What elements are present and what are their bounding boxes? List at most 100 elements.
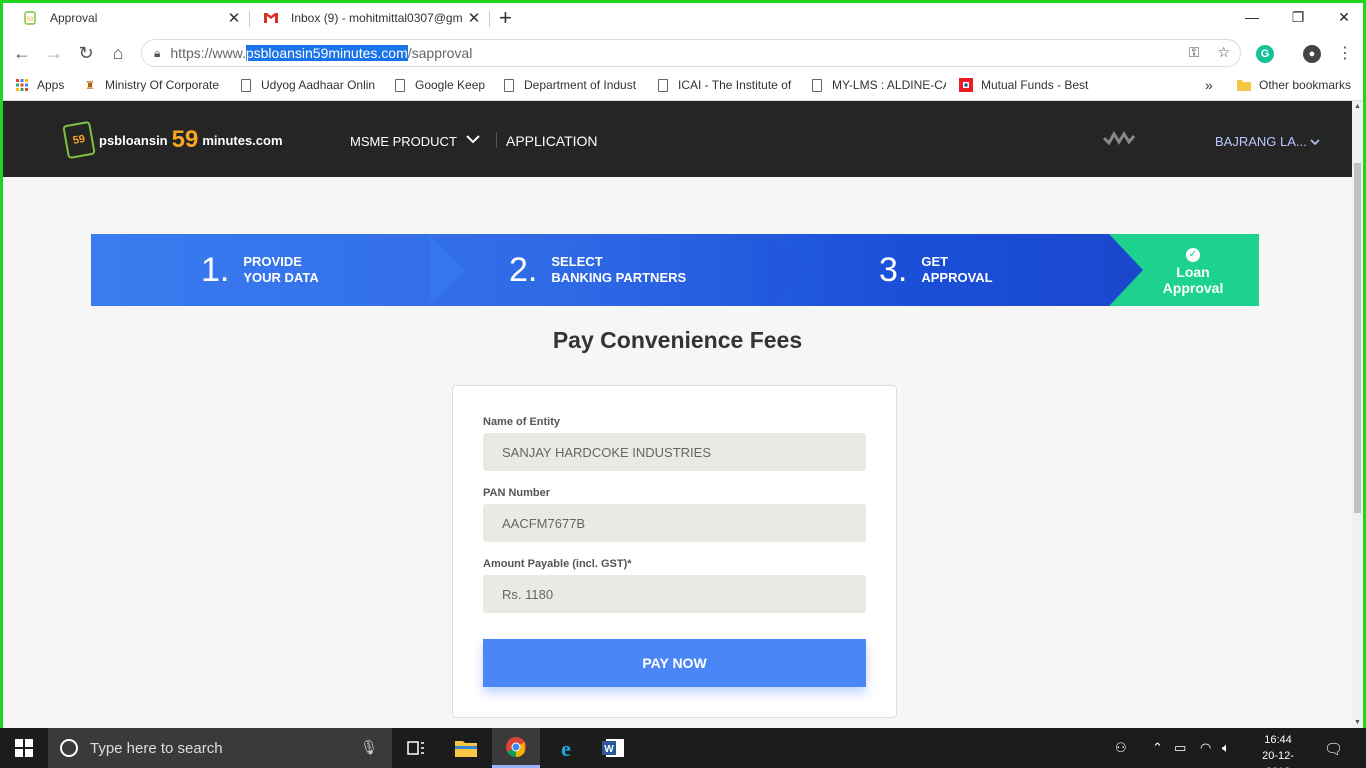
browser-window: 59 Approval ✕ Inbox (9) - mohitmittal030…	[3, 3, 1363, 728]
key-icon[interactable]: ⚿	[1189, 44, 1200, 61]
reload-icon[interactable]: ↻	[74, 41, 98, 65]
word-icon[interactable]: W	[590, 728, 638, 768]
entity-field[interactable]: SANJAY HARDCOKE INDUSTRIES	[483, 433, 866, 471]
microphone-icon[interactable]: 🎙︎	[360, 739, 378, 756]
scroll-up-icon[interactable]: ▲	[1354, 103, 1361, 110]
svg-text:e: e	[561, 737, 571, 759]
restore-icon[interactable]: ❐	[1275, 3, 1321, 31]
tab-gmail[interactable]: Inbox (9) - mohitmittal0307@gm ✕	[253, 3, 488, 33]
bookmark-item[interactable]: Google Keep	[393, 78, 493, 92]
forward-icon[interactable]: →	[42, 41, 66, 65]
bookmark-label: Apps	[37, 78, 65, 92]
browser-toolbar: ← → ↻ ⌂ 🔒︎ https://www. psbloansin59minut…	[3, 35, 1363, 71]
tab-title: Approval	[50, 11, 98, 25]
final-step-label: Loan Approval	[1162, 264, 1224, 296]
clock-time: 16:44	[1264, 734, 1292, 746]
search-placeholder: Type here to search	[90, 739, 223, 757]
step-label: PROVIDE YOUR DATA	[243, 254, 319, 285]
new-tab-icon[interactable]: +	[499, 5, 512, 31]
page-icon	[810, 78, 824, 92]
bookmark-item[interactable]: ♜ Ministry Of Corporate	[83, 78, 221, 92]
chevron-up-icon[interactable]: ⌃	[1152, 740, 1163, 756]
tab-approval[interactable]: 59 Approval ✕	[12, 3, 248, 33]
menu-divider	[496, 132, 497, 148]
user-menu[interactable]: BAJRANG LA...	[1215, 134, 1320, 149]
step-number: 2.	[509, 250, 538, 289]
internet-explorer-icon[interactable]: e	[542, 728, 590, 768]
battery-icon[interactable]: ▭	[1174, 740, 1186, 756]
page-icon	[239, 78, 253, 92]
volume-icon[interactable]: 🔈︎	[1222, 740, 1230, 756]
scroll-down-icon[interactable]: ▼	[1354, 719, 1361, 726]
svg-text:W: W	[604, 744, 614, 755]
bookmark-label: Department of Indust	[524, 78, 637, 92]
chevron-down-icon	[1310, 134, 1320, 149]
site-logo[interactable]: 59 psbloansin 59 minutes.com	[62, 120, 283, 160]
bookmark-label: Google Keep	[415, 78, 486, 92]
people-icon[interactable]: ⚇	[1115, 740, 1127, 756]
svg-text:59: 59	[27, 17, 34, 23]
menu-msme-product[interactable]: MSME PRODUCT	[350, 134, 457, 149]
bookmarks-bar: Apps ♜ Ministry Of Corporate Udyog Aadha…	[3, 71, 1363, 101]
close-tab-icon[interactable]: ✕	[224, 9, 244, 27]
bookmark-label: Other bookmarks	[1259, 78, 1352, 92]
step-label: SELECT BANKING PARTNERS	[551, 254, 687, 285]
tab-divider	[489, 11, 490, 27]
logo-text-part1: psbloansin	[99, 132, 168, 148]
entity-label: Name of Entity	[483, 416, 561, 428]
page-icon	[393, 78, 407, 92]
close-tab-icon[interactable]: ✕	[464, 9, 484, 27]
page-icon	[656, 78, 670, 92]
amount-field[interactable]: Rs. 1180	[483, 575, 866, 613]
bookmark-item[interactable]: Udyog Aadhaar Onlin	[239, 78, 375, 92]
address-bar[interactable]: 🔒︎ https://www. psbloansin59minutes.com/s…	[141, 39, 1241, 67]
bookmark-item[interactable]: Mutual Funds - Best	[959, 78, 1099, 92]
url-host: psbloansin59minutes.com	[245, 45, 408, 61]
bookmark-apps[interactable]: Apps	[15, 78, 64, 92]
bookmark-item[interactable]: MY-LMS : ALDINE-CA	[810, 78, 946, 92]
pan-label: PAN Number	[483, 487, 551, 499]
bookmark-label: Udyog Aadhaar Onlin	[261, 78, 375, 92]
menu-dots-icon[interactable]: ⋮	[1333, 41, 1357, 65]
pay-now-button[interactable]: PAY NOW	[483, 639, 866, 687]
chevron-down-icon[interactable]	[466, 131, 480, 147]
close-window-icon[interactable]: ✕	[1321, 3, 1363, 31]
file-explorer-icon[interactable]	[442, 728, 490, 768]
step-1: 1. PROVIDE YOUR DATA	[201, 234, 319, 306]
page-scrollbar[interactable]: ▲ ▼	[1352, 101, 1363, 728]
bookmark-label: Ministry Of Corporate	[105, 78, 220, 92]
home-icon[interactable]: ⌂	[106, 41, 130, 65]
wave-icon[interactable]	[1102, 131, 1136, 150]
scroll-thumb[interactable]	[1354, 163, 1361, 513]
task-view-icon[interactable]	[392, 728, 440, 768]
progress-stepper: 1. PROVIDE YOUR DATA 2. SELECT BANKING PAR…	[91, 234, 1259, 306]
system-clock[interactable]: 16:44 20-12-2018	[1250, 732, 1306, 768]
other-bookmarks[interactable]: Other bookmarks	[1237, 78, 1351, 92]
grammarly-icon[interactable]: G	[1256, 45, 1274, 63]
chrome-icon[interactable]	[492, 728, 540, 768]
user-name: BAJRANG LA...	[1215, 134, 1307, 149]
bookmark-label: ICAI - The Institute of	[678, 78, 792, 92]
tab-divider	[249, 11, 250, 27]
bookmark-label: MY-LMS : ALDINE-CA	[832, 78, 946, 92]
step-number: 1.	[201, 250, 230, 289]
hdfc-icon	[959, 78, 973, 92]
windows-start-icon[interactable]	[0, 728, 48, 768]
bookmark-item[interactable]: Department of Indust	[502, 78, 638, 92]
menu-application[interactable]: APPLICATION	[506, 133, 598, 149]
apps-grid-icon	[15, 78, 29, 92]
check-circle-icon: ✓	[1186, 248, 1200, 262]
logo-text-59: 59	[171, 126, 199, 153]
pan-field[interactable]: AACFM7677B	[483, 504, 866, 542]
back-icon[interactable]: ←	[10, 41, 34, 65]
taskbar-search[interactable]: Type here to search 🎙︎	[48, 728, 392, 768]
profile-avatar[interactable]: ●	[1303, 45, 1321, 63]
step-separator	[429, 234, 465, 306]
site-header: 59 psbloansin 59 minutes.com MSME PRODUC…	[3, 101, 1352, 177]
star-icon[interactable]: ☆	[1217, 44, 1230, 61]
bookmark-item[interactable]: ICAI - The Institute of	[656, 78, 792, 92]
minimize-icon[interactable]: —	[1229, 3, 1275, 31]
notifications-icon[interactable]: 🗨︎	[1324, 740, 1343, 758]
more-bookmarks-icon[interactable]: »	[1205, 77, 1213, 93]
wifi-icon[interactable]: ◠	[1200, 740, 1211, 756]
